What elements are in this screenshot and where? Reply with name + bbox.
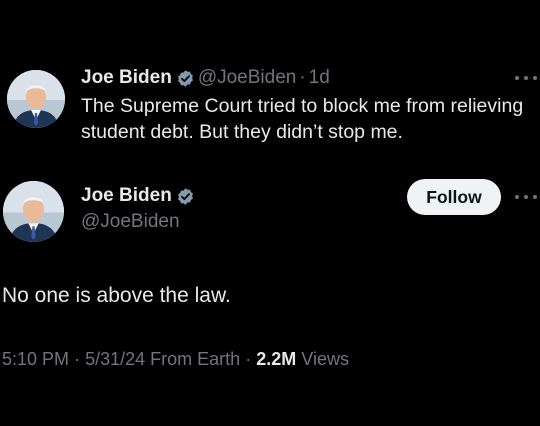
- views-count[interactable]: 2.2M: [256, 349, 296, 369]
- tweet-text: No one is above the law.: [2, 284, 231, 307]
- author-handle[interactable]: @JoeBiden: [198, 67, 297, 89]
- verified-badge-icon: [176, 187, 195, 206]
- previous-tweet-header: Joe Biden @JoeBiden · 1d: [81, 66, 330, 90]
- verified-badge-icon: [176, 69, 195, 88]
- separator-dot: ·: [74, 349, 81, 369]
- avatar-image: [3, 181, 64, 242]
- author-name[interactable]: Joe Biden: [81, 185, 172, 207]
- previous-tweet-text: The Supreme Court tried to block me from…: [81, 95, 524, 143]
- author-name[interactable]: Joe Biden: [81, 67, 172, 89]
- follow-button[interactable]: Follow: [407, 179, 501, 215]
- more-dots-icon[interactable]: [515, 193, 537, 201]
- tweet-source: From Earth: [150, 349, 241, 369]
- avatar[interactable]: [3, 181, 64, 242]
- separator-dot: ·: [245, 349, 252, 369]
- avatar[interactable]: [7, 70, 65, 128]
- main-tweet-header: Joe Biden: [81, 184, 198, 208]
- views-label[interactable]: Views: [301, 349, 349, 369]
- tweet-age[interactable]: 1d: [309, 67, 330, 89]
- tweet-date[interactable]: 5/31/24: [85, 349, 145, 369]
- more-dots-icon[interactable]: [515, 74, 537, 82]
- tweet-meta: 5:10 PM · 5/31/24 From Earth · 2.2M View…: [2, 349, 349, 370]
- tweet-time[interactable]: 5:10 PM: [2, 349, 69, 369]
- separator-dot: ·: [299, 67, 306, 88]
- author-handle[interactable]: @JoeBiden: [81, 211, 180, 233]
- avatar-image: [7, 70, 65, 128]
